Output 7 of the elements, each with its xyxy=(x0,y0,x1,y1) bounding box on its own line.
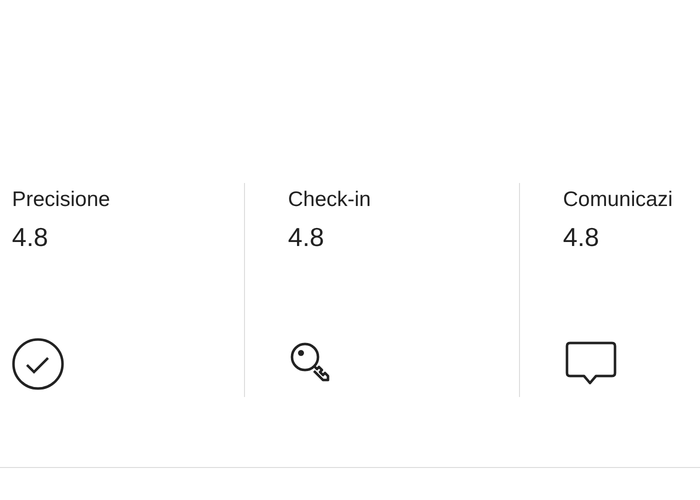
rating-value: 4.8 xyxy=(563,222,600,253)
category-label: Comunicazi xyxy=(563,188,674,212)
check-circle-icon xyxy=(12,337,66,391)
category-label: Precisione xyxy=(12,188,112,212)
category-label: Check-in xyxy=(288,188,372,212)
rating-value: 4.8 xyxy=(12,222,50,253)
rating-value: 4.8 xyxy=(288,222,326,253)
